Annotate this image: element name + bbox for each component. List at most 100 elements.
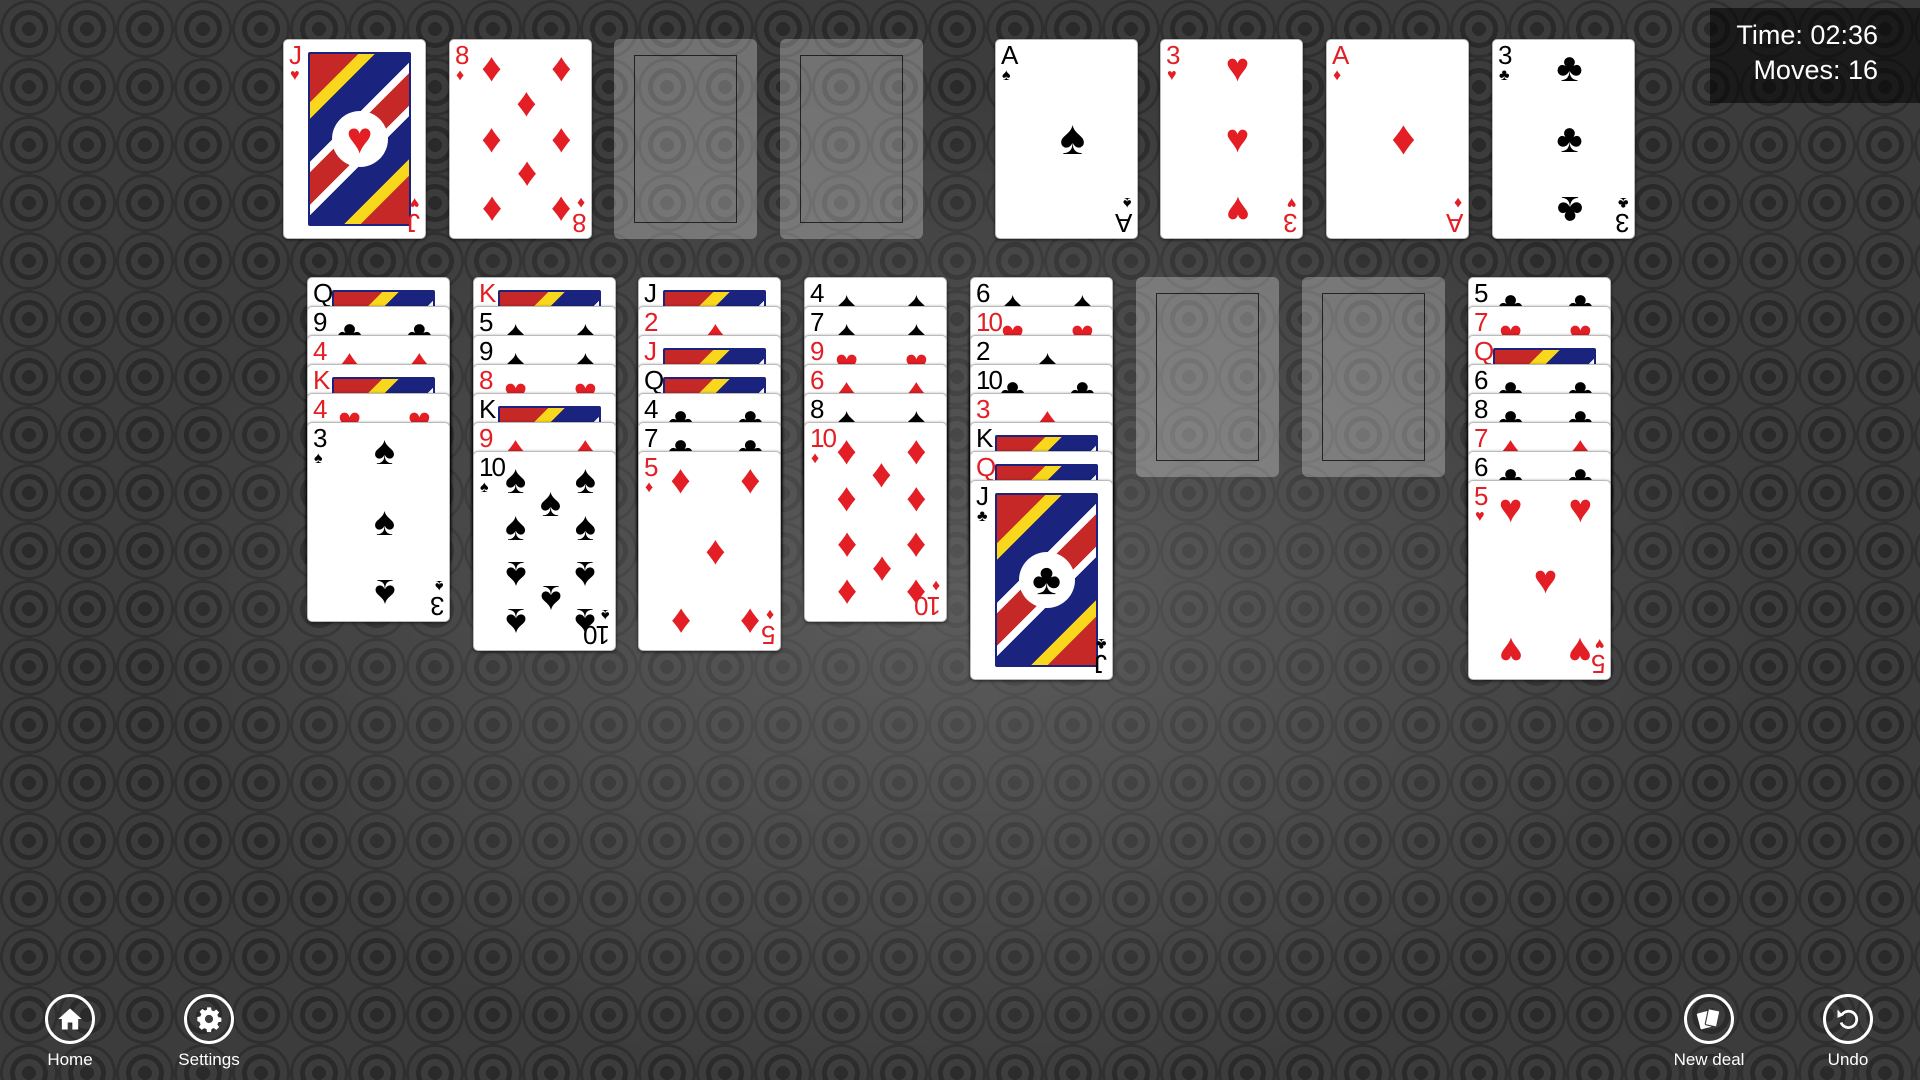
card-rank: 9 [479,336,494,366]
heart-pip-icon: ♥ [1225,45,1250,90]
heart-pip-icon: ♥ [1498,486,1523,531]
diamond-icon: ♦ [811,450,820,467]
card-rank: 8 [573,208,586,238]
card-rank: 9 [810,336,825,366]
settings-button[interactable]: Settings [159,994,259,1070]
tableau-card[interactable]: 10 ♦ ♦ ♦ ♦ ♦ ♦ ♦ ♦ ♦ ♦ ♦ 10 ♦ [804,422,947,622]
card-rank: 3 [1284,208,1297,238]
spade-pip-icon: ♠ [504,600,527,645]
new-deal-label: New deal [1673,1050,1745,1069]
card-rank: 4 [644,394,659,424]
card-rank: Q [1474,336,1494,366]
home-label: Home [47,1050,93,1069]
card-rank: 8 [810,394,825,424]
heart-pip-icon: ♥ [1568,486,1593,531]
diamond-icon: ♦ [765,606,774,623]
foundation-card[interactable]: 3 ♥ ♥ ♥ ♥ 3 ♥ [1160,39,1303,239]
card-rank: J [644,336,657,366]
diamond-pip-icon: ♦ [705,529,726,573]
diamond-pip-icon: ♦ [481,117,502,161]
home-icon [45,994,95,1044]
new-deal-button[interactable]: New deal [1659,994,1759,1070]
card-rank: K [976,423,993,453]
card-rank: 4 [313,336,328,366]
card-rank: A [1116,208,1132,238]
game-board: J ♥ ♥ J ♥ 8 ♦ ♦ ♦ ♦ ♦ ♦ ♦ ♦ ♦ 8 ♦ A ♠ ♠ A ♠ 3 ♥ ♥ ♥ ♥ 3 ♥ A ♦ ♦ A ♦ 3 ♣ ♣ ♣ ♣ 3… [0,0,1920,1080]
card-rank: 2 [644,307,659,337]
tableau-card[interactable]: J ♣ ♣ J ♣ [970,480,1113,680]
tableau-card[interactable]: 3 ♠ ♠ ♠ ♠ 3 ♠ [307,422,450,622]
card-rank: 5 [1592,649,1605,679]
foundation-card[interactable]: 3 ♣ ♣ ♣ ♣ 3 ♣ [1492,39,1635,239]
free-cell-empty[interactable] [780,39,923,239]
tableau-card[interactable]: 5 ♥ ♥ ♥ ♥ ♥ ♥ 5 ♥ [1468,480,1611,680]
spade-pip-icon: ♠ [373,500,396,544]
diamond-icon: ♦ [645,479,654,496]
club-pip-icon: ♣ [1556,117,1583,161]
tableau-empty-slot[interactable] [1302,277,1445,477]
card-rank: J [644,278,657,308]
card-rank: Q [976,452,996,482]
spade-pip-icon: ♠ [504,457,527,502]
court-card-art: ♥ [308,52,411,226]
card-rank: Q [644,365,664,395]
club-icon: ♣ [977,508,988,525]
diamond-pip-icon: ♦ [516,81,537,126]
card-rank: J [289,40,302,70]
card-rank: 3 [431,591,444,621]
card-rank: 7 [1474,423,1489,453]
diamond-pip-icon: ♦ [836,428,857,473]
spade-icon: ♠ [1122,194,1132,211]
card-pips: ♦ [1349,54,1458,224]
card-rank: A [1447,208,1463,238]
card-rank: 8 [1474,394,1489,424]
card-rank: 9 [313,307,328,337]
free-cell-card[interactable]: J ♥ ♥ J ♥ [283,39,426,239]
card-rank: 3 [313,423,328,453]
card-rank: K [313,365,330,395]
foundation-card[interactable]: A ♠ ♠ A ♠ [995,39,1138,239]
diamond-pip-icon: ♦ [906,523,927,568]
free-cell-empty[interactable] [614,39,757,239]
moves-readout: Moves: 16 [1753,55,1878,85]
tableau-card[interactable]: 10 ♠ ♠ ♠ ♠ ♠ ♠ ♠ ♠ ♠ ♠ ♠ 10 ♠ [473,451,616,651]
card-rank: 3 [1166,40,1181,70]
foundation-card[interactable]: A ♦ ♦ A ♦ [1326,39,1469,239]
diamond-icon: ♦ [456,67,465,84]
card-pips: ♦ ♦ ♦ ♦ ♦ [661,460,770,645]
heart-pip-icon: ♥ [1225,117,1250,161]
diamond-pip-icon: ♦ [670,600,691,645]
court-card-art: ♣ [995,493,1098,667]
club-pip-icon: ♣ [1556,45,1583,90]
free-cell-card[interactable]: 8 ♦ ♦ ♦ ♦ ♦ ♦ ♦ ♦ ♦ 8 ♦ [449,39,592,239]
spade-icon: ♠ [600,606,610,623]
diamond-pip-icon: ♦ [871,547,892,592]
tableau-card[interactable]: 5 ♦ ♦ ♦ ♦ ♦ ♦ 5 ♦ [638,451,781,651]
spade-pip-icon: ♠ [574,457,596,502]
diamond-pip-icon: ♦ [906,428,927,473]
heart-icon: ♥ [1594,635,1605,652]
diamond-pip-icon: ♦ [740,600,761,645]
home-button[interactable]: Home [20,994,120,1070]
card-rank: 2 [976,336,991,366]
diamond-pip-icon: ♦ [516,152,537,197]
heart-icon: ♥ [1475,508,1485,525]
card-rank: 8 [479,365,494,395]
card-rank: K [479,394,496,424]
diamond-pip-icon: ♦ [740,457,761,502]
tableau-empty-slot[interactable] [1136,277,1279,477]
card-rank: 5 [1474,481,1489,511]
heart-icon: ♥ [409,194,420,211]
status-panel: Time: 02:36 Moves: 16 [1710,8,1920,103]
undo-button[interactable]: Undo [1798,994,1898,1070]
heart-icon: ♥ [1167,67,1177,84]
spade-pip-icon: ♠ [504,505,527,550]
diamond-pip-icon: ♦ [871,452,892,497]
spade-icon: ♠ [480,479,489,496]
card-rank: 6 [810,365,825,395]
spade-icon: ♠ [1002,67,1011,84]
card-rank: J [409,208,420,238]
time-readout: Time: 02:36 [1736,20,1878,50]
card-rank: A [1001,40,1018,70]
card-rank: 6 [976,278,991,308]
